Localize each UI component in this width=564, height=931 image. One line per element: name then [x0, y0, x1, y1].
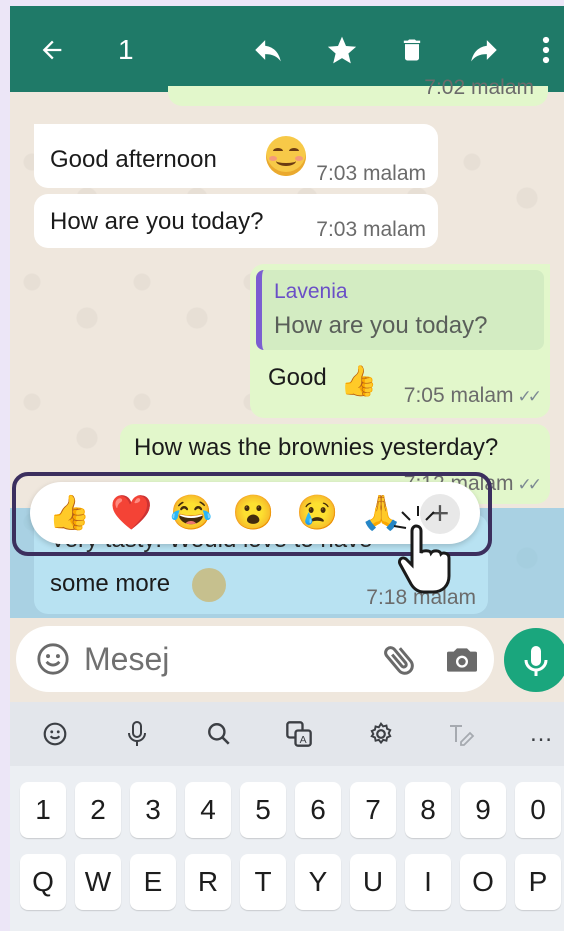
emoji-keyboard-icon[interactable]	[36, 716, 74, 752]
reply-icon[interactable]	[248, 30, 288, 70]
message-text: Good afternoon	[50, 146, 217, 173]
handwriting-icon[interactable]	[442, 716, 480, 752]
back-arrow-icon[interactable]	[32, 30, 72, 70]
laughing-reaction-icon[interactable]: 😂	[170, 492, 212, 534]
key-7[interactable]: 7	[350, 782, 396, 838]
key-3[interactable]: 3	[130, 782, 176, 838]
key-e[interactable]: E	[130, 854, 176, 910]
key-6[interactable]: 6	[295, 782, 341, 838]
key-9[interactable]: 9	[460, 782, 506, 838]
message-time: 7:03 malam	[316, 218, 426, 241]
message-text-line-2: some more	[50, 570, 171, 597]
attachment-icon[interactable]	[380, 640, 420, 680]
settings-gear-icon[interactable]	[362, 716, 400, 752]
translate-icon[interactable]: A	[280, 716, 318, 752]
quoted-message[interactable]: Lavenia How are you today?	[256, 270, 544, 350]
emoji-icon[interactable]	[36, 642, 70, 676]
svg-text:A: A	[300, 734, 307, 746]
star-icon[interactable]	[322, 30, 362, 70]
microphone-icon	[524, 646, 548, 676]
quoted-sender-name: Lavenia	[274, 280, 348, 303]
more-keyboard-options-icon[interactable]: …	[522, 716, 560, 752]
message-text: How was the brownies yesterday?	[134, 434, 499, 461]
outgoing-reply-message[interactable]: Lavenia How are you today? Good 👍 7:05 m…	[250, 264, 550, 418]
read-ticks-icon: ✓✓	[517, 475, 542, 494]
message-time: 7:05 malam	[403, 384, 514, 407]
mic-button[interactable]	[504, 628, 564, 692]
smiling-face-emoji-icon	[266, 136, 306, 176]
quoted-text: How are you today?	[274, 312, 488, 339]
delete-icon[interactable]	[392, 30, 432, 70]
camera-icon[interactable]	[442, 640, 482, 680]
heart-reaction-icon[interactable]: ❤️	[110, 492, 152, 534]
key-p[interactable]: P	[515, 854, 561, 910]
compose-bar	[16, 626, 494, 692]
thumbs-up-reaction-icon[interactable]: 👍	[48, 492, 90, 534]
keyboard-toolbar: A …	[10, 702, 564, 766]
selected-count: 1	[118, 34, 134, 65]
key-w[interactable]: W	[75, 854, 121, 910]
key-r[interactable]: R	[185, 854, 231, 910]
voice-input-icon[interactable]	[118, 716, 156, 752]
message-time: 7:03 malam	[316, 162, 426, 185]
key-q[interactable]: Q	[20, 854, 66, 910]
yum-face-emoji-icon	[192, 568, 226, 602]
key-1[interactable]: 1	[20, 782, 66, 838]
surprised-reaction-icon[interactable]: 😮	[232, 492, 274, 534]
key-o[interactable]: O	[460, 854, 506, 910]
incoming-message[interactable]: Good afternoon 7:03 malam	[34, 124, 438, 188]
message-bubble-partial[interactable]: 7:02 malam	[168, 76, 548, 106]
key-4[interactable]: 4	[185, 782, 231, 838]
key-5[interactable]: 5	[240, 782, 286, 838]
key-t[interactable]: T	[240, 854, 286, 910]
thumbs-up-emoji-icon: 👍	[340, 365, 378, 398]
message-time: 7:02 malam	[424, 76, 534, 99]
forward-icon[interactable]	[464, 30, 504, 70]
key-u[interactable]: U	[350, 854, 396, 910]
key-i[interactable]: I	[405, 854, 451, 910]
on-screen-keyboard: A … 1 2 3 4 5 6 7 8 9 0 Q W E R T Y U I …	[10, 702, 564, 931]
read-ticks-icon: ✓✓	[517, 387, 542, 406]
crying-reaction-icon[interactable]: 😢	[296, 492, 338, 534]
key-8[interactable]: 8	[405, 782, 451, 838]
message-meta: 7:05 malam ✓✓	[403, 384, 542, 408]
more-options-icon[interactable]	[526, 30, 564, 70]
hand-pointer-icon	[393, 506, 451, 594]
key-0[interactable]: 0	[515, 782, 561, 838]
message-text: Good	[268, 364, 327, 391]
search-icon[interactable]	[200, 716, 238, 752]
key-y[interactable]: Y	[295, 854, 341, 910]
message-input[interactable]	[84, 634, 364, 684]
phone-screen: 1 7:02 malam Good afternoon 7:03 malam H…	[10, 6, 564, 931]
message-text: How are you today?	[50, 208, 264, 235]
incoming-message[interactable]: How are you today? 7:03 malam	[34, 194, 438, 248]
key-2[interactable]: 2	[75, 782, 121, 838]
